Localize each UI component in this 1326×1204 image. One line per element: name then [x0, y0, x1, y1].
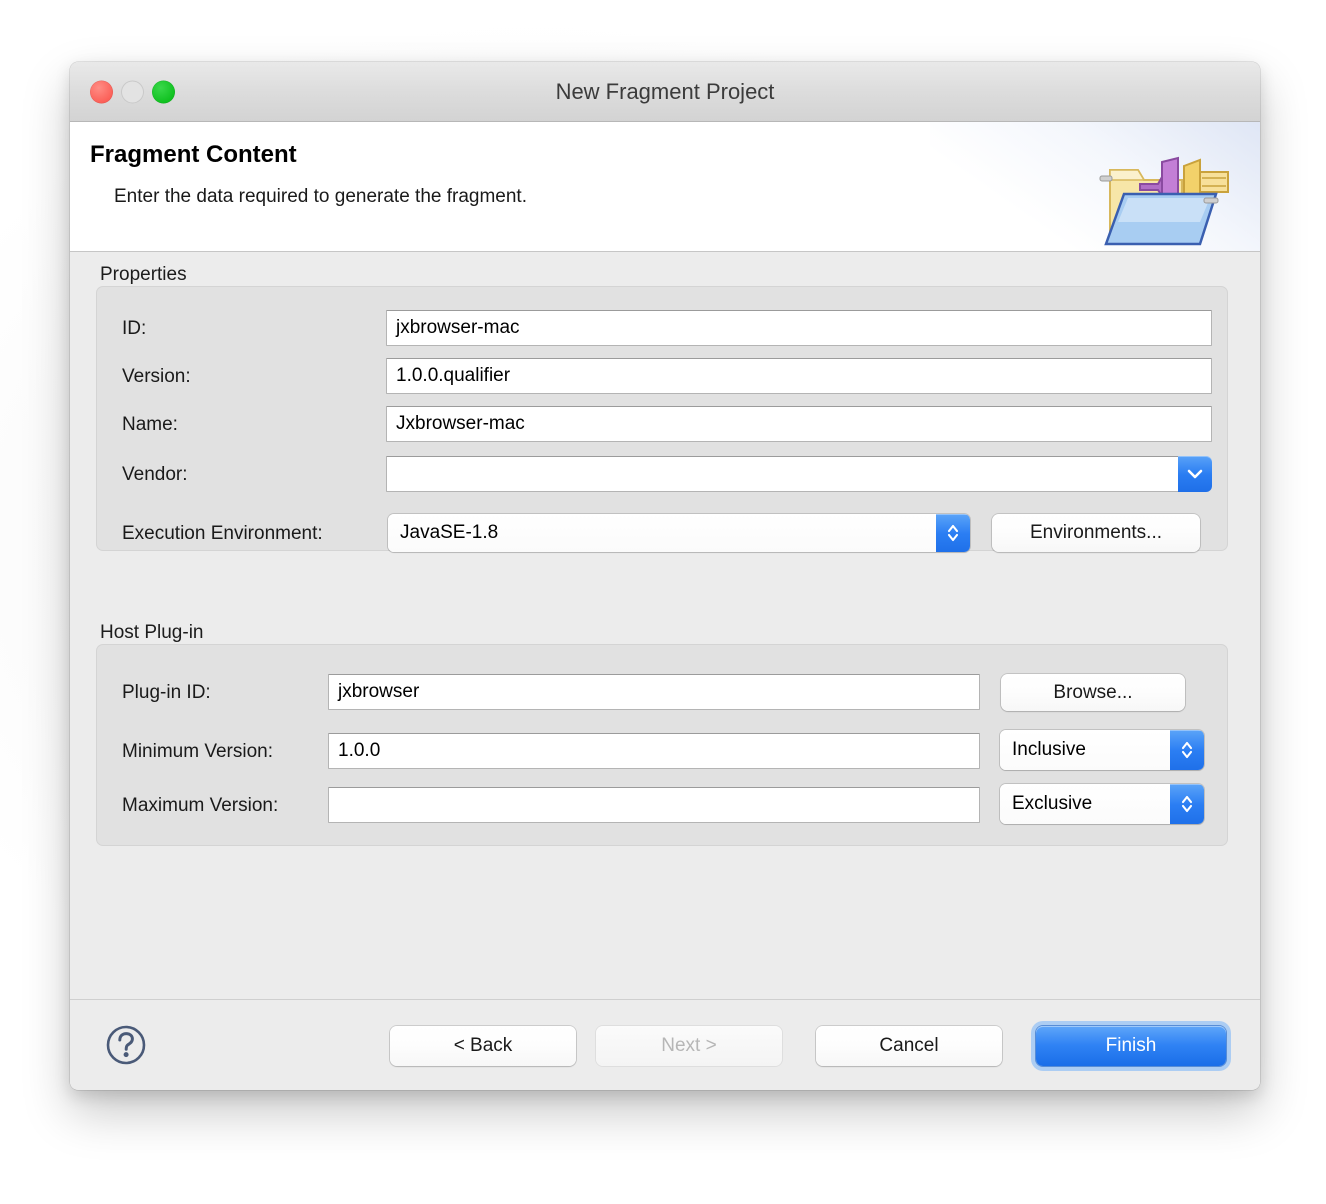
- plugin-id-label: Plug-in ID:: [122, 682, 211, 703]
- help-icon[interactable]: [105, 1024, 147, 1066]
- wizard-body: Properties ID: jxbrowser-mac Version: 1.…: [70, 252, 1260, 999]
- version-input[interactable]: 1.0.0.qualifier: [386, 358, 1212, 394]
- finish-button[interactable]: Finish: [1036, 1026, 1226, 1066]
- properties-group-label: Properties: [100, 264, 187, 285]
- minimum-version-rule-popup[interactable]: Inclusive: [1000, 730, 1204, 770]
- maximum-version-rule-value: Exclusive: [1000, 784, 1170, 824]
- window-titlebar[interactable]: New Fragment Project: [70, 62, 1260, 122]
- name-input[interactable]: Jxbrowser-mac: [386, 406, 1212, 442]
- next-button[interactable]: Next >: [596, 1026, 782, 1066]
- version-label: Version:: [122, 366, 191, 387]
- vendor-combobox[interactable]: [386, 456, 1212, 492]
- stepper-updown-icon[interactable]: [1170, 730, 1204, 770]
- page-title: Fragment Content: [90, 141, 297, 168]
- minimum-version-rule-value: Inclusive: [1000, 730, 1170, 770]
- stepper-updown-icon[interactable]: [1170, 784, 1204, 824]
- page-subtitle: Enter the data required to generate the …: [114, 186, 527, 207]
- maximum-version-label: Maximum Version:: [122, 795, 279, 816]
- vendor-input[interactable]: [386, 456, 1178, 492]
- environments-button[interactable]: Environments...: [992, 514, 1200, 552]
- execution-environment-label: Execution Environment:: [122, 523, 323, 544]
- name-label: Name:: [122, 414, 178, 435]
- back-button[interactable]: < Back: [390, 1026, 576, 1066]
- browse-button[interactable]: Browse...: [1001, 674, 1185, 711]
- wizard-button-bar: < Back Next > Cancel Finish: [70, 999, 1260, 1089]
- id-label: ID:: [122, 318, 147, 339]
- stepper-updown-icon[interactable]: [936, 514, 970, 552]
- vendor-label: Vendor:: [122, 464, 188, 485]
- fragment-wizard-icon: [1099, 156, 1229, 246]
- chevron-down-icon[interactable]: [1178, 456, 1212, 492]
- window-title: New Fragment Project: [555, 78, 775, 104]
- host-plugin-group-label: Host Plug-in: [100, 622, 204, 643]
- execution-environment-popup[interactable]: JavaSE-1.8: [388, 514, 970, 552]
- execution-environment-value: JavaSE-1.8: [388, 514, 936, 552]
- cancel-button[interactable]: Cancel: [816, 1026, 1002, 1066]
- new-fragment-project-dialog: New Fragment Project Fragment Content En…: [70, 62, 1260, 1090]
- id-input[interactable]: jxbrowser-mac: [386, 310, 1212, 346]
- plugin-id-input[interactable]: jxbrowser: [328, 674, 980, 710]
- minimum-version-label: Minimum Version:: [122, 741, 273, 762]
- maximum-version-input[interactable]: [328, 787, 980, 823]
- desktop-background: New Fragment Project Fragment Content En…: [0, 0, 1326, 1204]
- wizard-banner: Fragment Content Enter the data required…: [70, 122, 1260, 252]
- minimum-version-input[interactable]: 1.0.0: [328, 733, 980, 769]
- maximum-version-rule-popup[interactable]: Exclusive: [1000, 784, 1204, 824]
